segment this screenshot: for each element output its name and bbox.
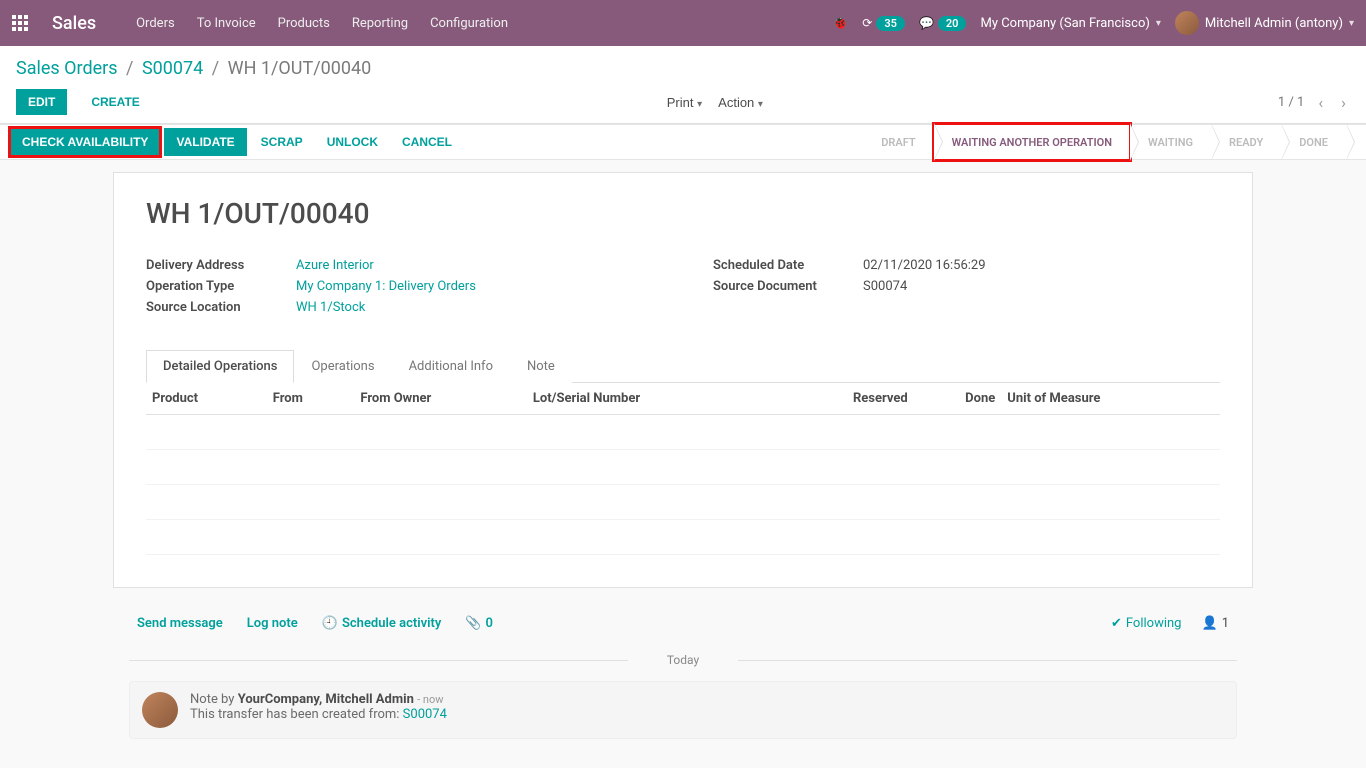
value-scheduled-date: 02/11/2020 16:56:29 [863,258,986,273]
chevron-down-icon: ▾ [1349,18,1354,29]
scrap-button[interactable]: SCRAP [251,128,313,156]
statusbar: CHECK AVAILABILITY VALIDATE SCRAP UNLOCK… [0,124,1366,160]
print-dropdown[interactable]: Print ▾ [667,95,702,110]
edit-button[interactable]: EDIT [16,89,67,115]
status-draft[interactable]: DRAFT [863,124,933,160]
messages-count: 20 [938,16,967,31]
menu-products[interactable]: Products [278,16,330,31]
breadcrumb-mid[interactable]: S00074 [142,58,203,79]
user-name: Mitchell Admin (antony) [1205,16,1343,31]
check-availability-button[interactable]: CHECK AVAILABILITY [10,128,160,156]
status-ready[interactable]: READY [1211,124,1281,160]
label-delivery-address: Delivery Address [146,258,296,273]
table-row[interactable] [146,485,1220,520]
note-body-link[interactable]: S00074 [403,707,447,722]
date-separator: Today [129,653,1237,667]
validate-button[interactable]: VALIDATE [164,128,246,156]
tab-detailed-operations[interactable]: Detailed Operations [146,350,294,383]
col-from-owner[interactable]: From Owner [354,383,527,415]
status-waiting-another-operation[interactable]: WAITING ANOTHER OPERATION [934,124,1130,160]
debug-icon[interactable]: 🐞 [832,16,848,31]
note-author: YourCompany, Mitchell Admin [238,692,414,707]
topnav-right: 🐞 ⟳ 35 💬 20 My Company (San Francisco) ▾… [832,11,1354,35]
table-row[interactable] [146,450,1220,485]
col-from[interactable]: From [267,383,355,415]
value-delivery-address[interactable]: Azure Interior [296,258,374,273]
following-button[interactable]: ✔ Following [1111,616,1182,631]
form-sheet: WH 1/OUT/00040 Delivery Address Azure In… [113,172,1253,588]
chevron-down-icon: ▾ [1156,18,1161,29]
chevron-down-icon: ▾ [697,99,702,110]
menu-configuration[interactable]: Configuration [430,16,508,31]
chatter: Send message Log note 🕘 Schedule activit… [113,604,1253,739]
topnav: Sales Orders To Invoice Products Reporti… [0,0,1366,46]
pager-prev[interactable]: ‹ [1314,93,1327,112]
note-time: - now [417,693,443,706]
company-switcher[interactable]: My Company (San Francisco) ▾ [980,16,1160,31]
tab-operations[interactable]: Operations [294,350,391,383]
followers-button[interactable]: 👤 1 [1202,616,1230,631]
status-waiting[interactable]: WAITING [1130,124,1211,160]
col-done[interactable]: Done [914,383,1002,415]
breadcrumb-leaf: WH 1/OUT/00040 [228,58,372,79]
note-prefix: Note by [190,692,234,707]
tab-additional-info[interactable]: Additional Info [392,350,510,383]
operations-table: Product From From Owner Lot/Serial Numbe… [146,383,1220,555]
table-row[interactable] [146,520,1220,555]
menu-to-invoice[interactable]: To Invoice [197,16,256,31]
clock-icon: ⟳ [862,16,872,30]
col-uom[interactable]: Unit of Measure [1001,383,1220,415]
label-source-document: Source Document [713,279,863,294]
unlock-button[interactable]: UNLOCK [317,128,388,156]
menu-reporting[interactable]: Reporting [352,16,408,31]
label-operation-type: Operation Type [146,279,296,294]
record-title: WH 1/OUT/00040 [146,197,1220,230]
company-name: My Company (San Francisco) [980,16,1149,31]
brand: Sales [52,13,96,34]
messages-indicator[interactable]: 💬 20 [919,16,967,31]
action-dropdown[interactable]: Action ▾ [718,95,763,110]
log-note-button[interactable]: Log note [247,616,298,631]
avatar-icon [142,692,178,728]
value-source-document: S00074 [863,279,907,294]
log-note-entry: Note by YourCompany, Mitchell Admin - no… [129,681,1237,739]
value-operation-type[interactable]: My Company 1: Delivery Orders [296,279,476,294]
topnav-menu: Orders To Invoice Products Reporting Con… [136,16,508,31]
check-icon: ✔ [1111,616,1122,631]
attachments-button[interactable]: 📎 0 [465,616,493,631]
schedule-activity-button[interactable]: 🕘 Schedule activity [322,616,442,631]
note-body-text: This transfer has been created from: [190,707,403,722]
pager-next[interactable]: › [1337,93,1350,112]
breadcrumb-root[interactable]: Sales Orders [16,58,118,79]
apps-icon[interactable] [12,15,32,31]
menu-orders[interactable]: Orders [136,16,175,31]
activities-indicator[interactable]: ⟳ 35 [862,16,905,31]
tab-note[interactable]: Note [510,350,572,383]
value-source-location[interactable]: WH 1/Stock [296,300,365,315]
chevron-down-icon: ▾ [758,99,763,110]
user-menu[interactable]: Mitchell Admin (antony) ▾ [1175,11,1354,35]
table-row[interactable] [146,415,1220,450]
user-icon: 👤 [1202,616,1218,631]
activities-count: 35 [876,16,905,31]
clock-icon: 🕘 [322,616,338,631]
col-product[interactable]: Product [146,383,267,415]
pager-count: 1 / 1 [1278,95,1304,110]
col-reserved[interactable]: Reserved [775,383,914,415]
label-source-location: Source Location [146,300,296,315]
send-message-button[interactable]: Send message [137,616,223,631]
tabs: Detailed Operations Operations Additiona… [146,349,1220,383]
col-lot[interactable]: Lot/Serial Number [527,383,775,415]
control-panel: Sales Orders / S00074 / WH 1/OUT/00040 E… [0,46,1366,124]
status-done[interactable]: DONE [1281,124,1346,160]
cancel-button[interactable]: CANCEL [392,128,462,156]
create-button[interactable]: CREATE [79,89,151,115]
paperclip-icon: 📎 [465,616,481,631]
breadcrumb: Sales Orders / S00074 / WH 1/OUT/00040 [16,58,1350,79]
avatar-icon [1175,11,1199,35]
label-scheduled-date: Scheduled Date [713,258,863,273]
chat-icon: 💬 [919,16,934,30]
